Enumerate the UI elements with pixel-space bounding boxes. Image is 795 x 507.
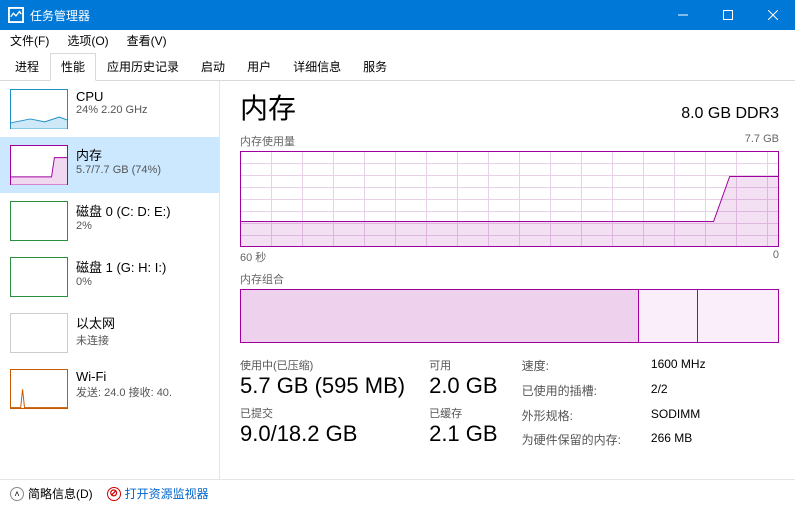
speed-val: 1600 MHz (651, 357, 706, 379)
usage-label: 内存使用量 (240, 133, 295, 149)
menubar: 文件(F) 选项(O) 查看(V) (0, 30, 795, 52)
cpu-sub: 24% 2.20 GHz (76, 104, 148, 116)
cpu-mini-graph (10, 89, 68, 129)
memory-usage-chart (240, 151, 779, 247)
stats-mid: 可用 2.0 GB 已缓存 2.1 GB (429, 357, 497, 453)
memory-mini-graph (10, 145, 68, 185)
page-title: 内存 (240, 87, 296, 127)
sidebar-item-memory[interactable]: 内存5.7/7.7 GB (74%) (0, 137, 219, 193)
tab-services[interactable]: 服务 (352, 53, 398, 81)
committed-value: 9.0/18.2 GB (240, 421, 405, 447)
sidebar-item-disk0[interactable]: 磁盘 0 (C: D: E:)2% (0, 193, 219, 249)
disk0-label: 磁盘 0 (C: D: E:)2% (76, 201, 171, 232)
disk0-title: 磁盘 0 (C: D: E:) (76, 201, 171, 220)
tab-processes[interactable]: 进程 (4, 53, 50, 81)
in-use-value: 5.7 GB (595 MB) (240, 373, 405, 399)
tabbar: 进程 性能 应用历史记录 启动 用户 详细信息 服务 (0, 52, 795, 81)
cpu-title: CPU (76, 89, 148, 104)
sidebar-item-ethernet[interactable]: 以太网未连接 (0, 305, 219, 361)
footer: ˄ 简略信息(D) ⊘ 打开资源监视器 (0, 479, 795, 507)
memory-title: 内存 (76, 145, 161, 164)
tab-details[interactable]: 详细信息 (282, 53, 352, 81)
disk0-sub: 2% (76, 220, 171, 232)
resource-monitor-icon: ⊘ (107, 487, 121, 501)
main-panel: 内存 8.0 GB DDR3 内存使用量 7.7 GB 60 秒 0 内存组合 (220, 81, 795, 482)
reserved-val: 266 MB (651, 431, 706, 453)
window-controls (660, 0, 795, 30)
sidebar-item-cpu[interactable]: CPU24% 2.20 GHz (0, 81, 219, 137)
available-value: 2.0 GB (429, 373, 497, 399)
reserved-key: 为硬件保留的内存: (522, 431, 621, 453)
memory-sub: 5.7/7.7 GB (74%) (76, 164, 161, 176)
disk1-sub: 0% (76, 276, 166, 288)
chevron-up-icon: ˄ (10, 487, 24, 501)
wifi-mini-graph (10, 369, 68, 409)
speed-key: 速度: (522, 357, 621, 379)
tab-startup[interactable]: 启动 (190, 53, 236, 81)
wifi-title: Wi-Fi (76, 369, 172, 384)
tab-users[interactable]: 用户 (236, 53, 282, 81)
content: CPU24% 2.20 GHz 内存5.7/7.7 GB (74%) 磁盘 0 … (0, 81, 795, 482)
open-resource-monitor-link[interactable]: ⊘ 打开资源监视器 (107, 485, 209, 502)
titlebar: 任务管理器 (0, 0, 795, 30)
tab-app-history[interactable]: 应用历史记录 (96, 53, 190, 81)
menu-file[interactable]: 文件(F) (6, 30, 53, 51)
wifi-label: Wi-Fi发送: 24.0 接收: 40. (76, 369, 172, 400)
fewer-details-label: 简略信息(D) (28, 485, 93, 502)
sidebar-item-wifi[interactable]: Wi-Fi发送: 24.0 接收: 40. (0, 361, 219, 417)
cached-value: 2.1 GB (429, 421, 497, 447)
available-label: 可用 (429, 357, 497, 373)
cached-label: 已缓存 (429, 405, 497, 421)
open-resource-monitor-label: 打开资源监视器 (125, 485, 209, 502)
composition-header: 内存组合 (240, 271, 779, 287)
main-header: 内存 8.0 GB DDR3 (240, 87, 779, 127)
fewer-details-button[interactable]: ˄ 简略信息(D) (10, 485, 93, 502)
memory-label: 内存5.7/7.7 GB (74%) (76, 145, 161, 176)
axis-right: 0 (773, 249, 779, 265)
disk1-label: 磁盘 1 (G: H: I:)0% (76, 257, 166, 288)
memory-composition-chart (240, 289, 779, 343)
wifi-sub: 发送: 24.0 接收: 40. (76, 384, 172, 400)
composition-label: 内存组合 (240, 271, 284, 287)
ethernet-title: 以太网 (76, 313, 115, 332)
ethernet-sub: 未连接 (76, 332, 115, 348)
slots-val: 2/2 (651, 382, 706, 404)
disk0-mini-graph (10, 201, 68, 241)
tab-performance[interactable]: 性能 (50, 53, 96, 81)
ethernet-label: 以太网未连接 (76, 313, 115, 348)
memory-capacity: 8.0 GB DDR3 (681, 105, 779, 123)
specs-table: 速度: 1600 MHz 已使用的插槽: 2/2 外形规格: SODIMM 为硬件保留… (522, 357, 706, 453)
maximize-button[interactable] (705, 0, 750, 30)
disk1-title: 磁盘 1 (G: H: I:) (76, 257, 166, 276)
disk1-mini-graph (10, 257, 68, 297)
form-key: 外形规格: (522, 407, 621, 429)
stats-left: 使用中(已压缩) 5.7 GB (595 MB) 已提交 9.0/18.2 GB (240, 357, 405, 453)
menu-view[interactable]: 查看(V) (123, 30, 171, 51)
sidebar-item-disk1[interactable]: 磁盘 1 (G: H: I:)0% (0, 249, 219, 305)
committed-label: 已提交 (240, 405, 405, 421)
app-icon (8, 7, 24, 23)
sidebar: CPU24% 2.20 GHz 内存5.7/7.7 GB (74%) 磁盘 0 … (0, 81, 220, 482)
slots-key: 已使用的插槽: (522, 382, 621, 404)
usage-chart-axis: 60 秒 0 (240, 249, 779, 265)
ethernet-mini-graph (10, 313, 68, 353)
stats-row: 使用中(已压缩) 5.7 GB (595 MB) 已提交 9.0/18.2 GB… (240, 357, 779, 453)
axis-left: 60 秒 (240, 249, 266, 265)
menu-options[interactable]: 选项(O) (63, 30, 112, 51)
usage-chart-header: 内存使用量 7.7 GB (240, 133, 779, 149)
cpu-label: CPU24% 2.20 GHz (76, 89, 148, 116)
form-val: SODIMM (651, 407, 706, 429)
window-title: 任务管理器 (30, 7, 660, 24)
usage-max: 7.7 GB (745, 133, 779, 149)
in-use-label: 使用中(已压缩) (240, 357, 405, 373)
close-button[interactable] (750, 0, 795, 30)
minimize-button[interactable] (660, 0, 705, 30)
